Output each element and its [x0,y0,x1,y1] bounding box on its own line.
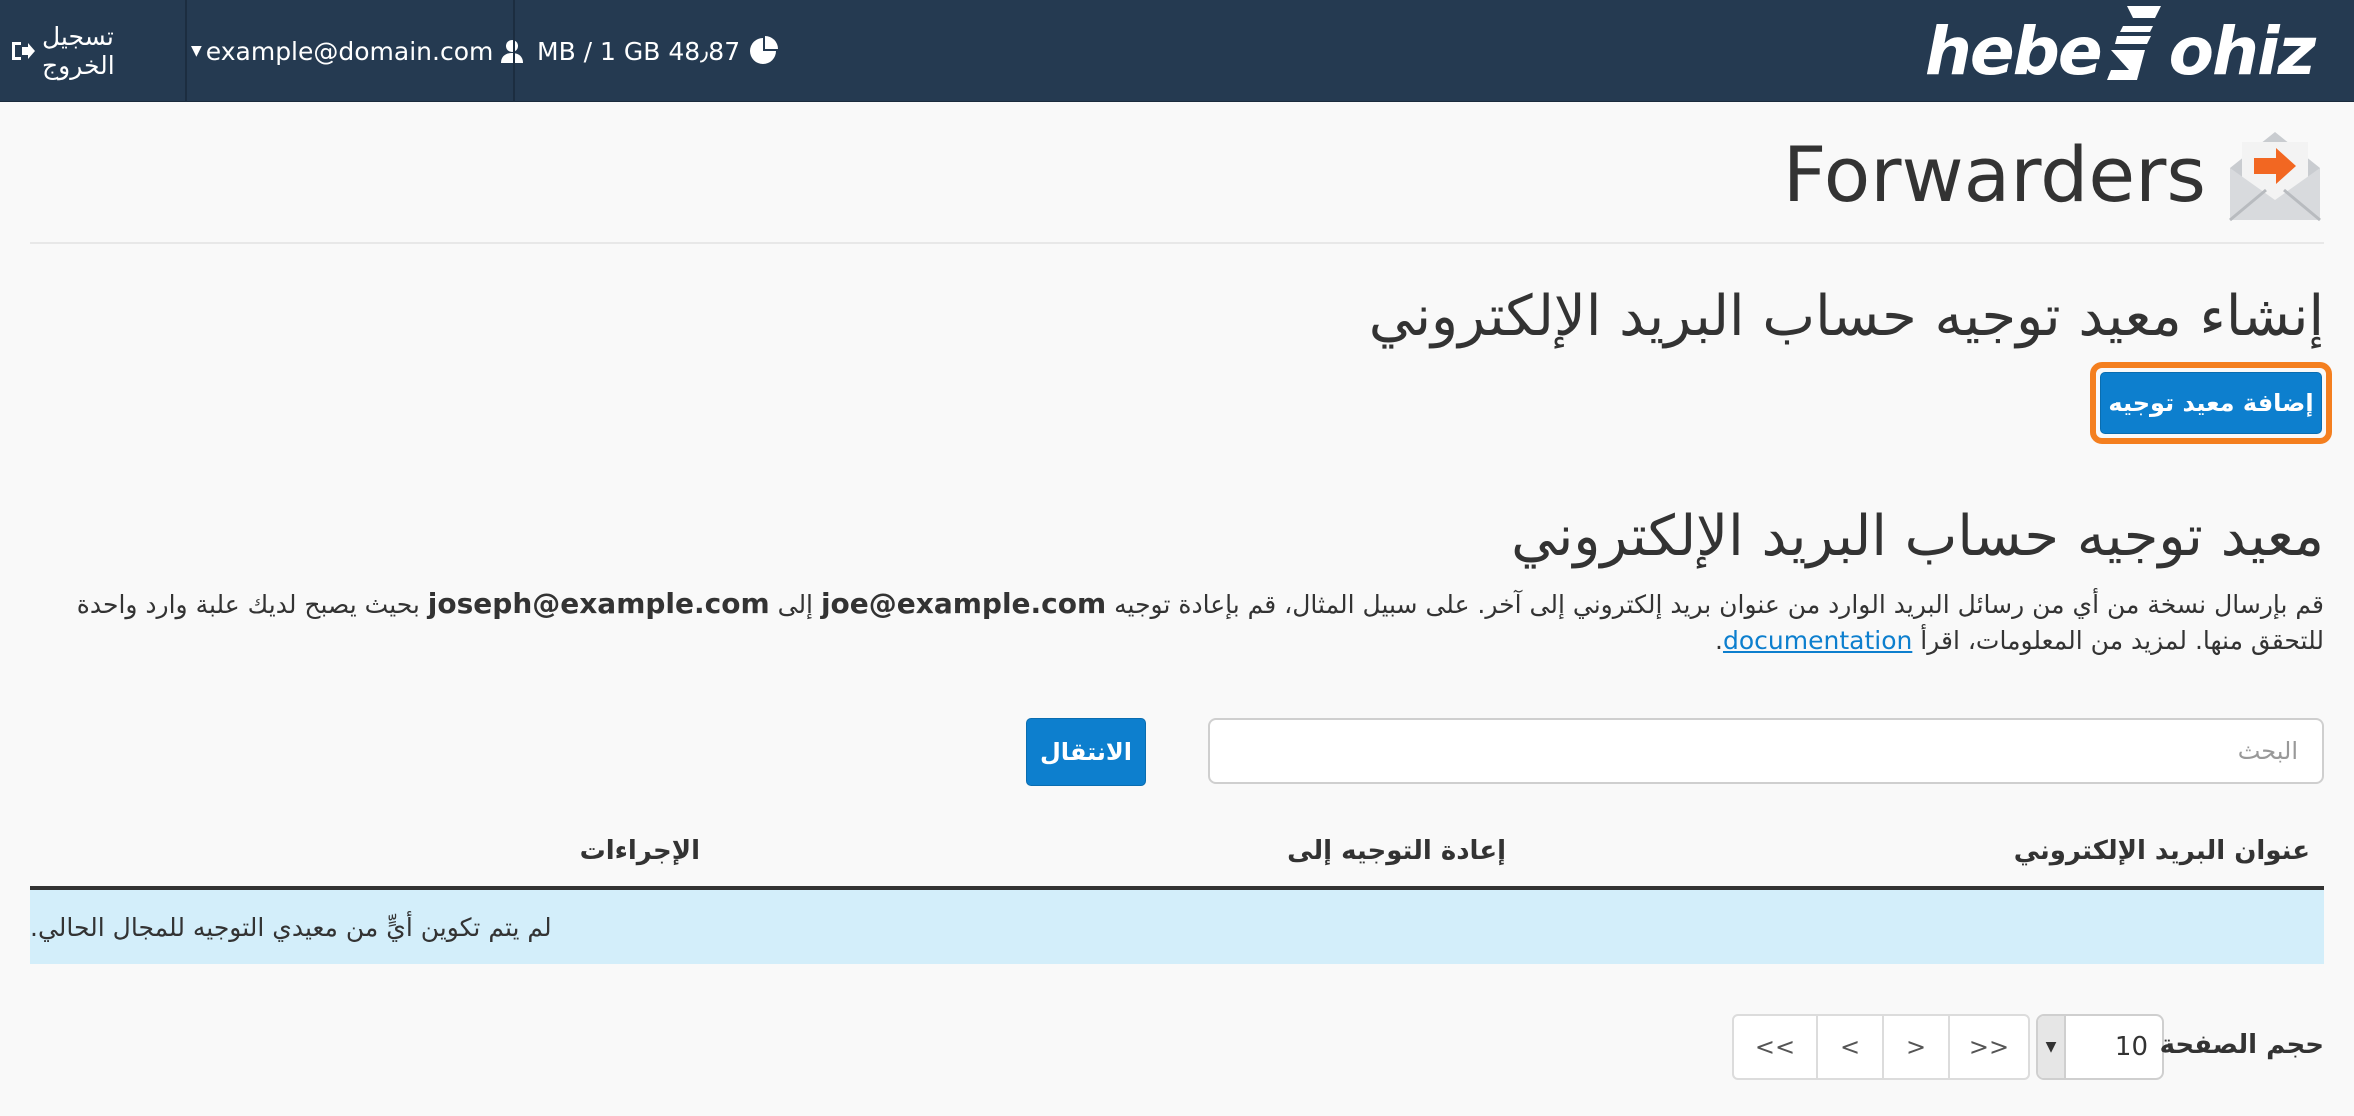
search-input[interactable] [1208,718,2324,784]
page-title: Forwarders [1782,130,2206,219]
user-email: example@domain.com [205,36,494,66]
top-bar: تسجيل الخروج ▼ example@domain.com MB / 1… [0,0,2354,102]
disk-usage: MB / 1 GB 48٫87 [515,0,785,102]
page-header: Forwarders [30,102,2324,244]
empty-table-row: لم يتم تكوين أيٍّ من معيدي التوجيه للمجا… [30,890,2324,964]
desc-text: . [1715,626,1723,655]
brand-logo: hebe ohiz [1924,6,2316,94]
documentation-link[interactable]: documentation [1723,626,1912,655]
table-header: عنوان البريد الإلكتروني إعادة التوجيه إل… [30,822,2324,890]
last-page-button[interactable]: >> [1948,1016,2028,1078]
logo-mark [2103,0,2167,102]
first-page-button[interactable]: << [1734,1016,1816,1078]
user-menu[interactable]: ▼ example@domain.com [185,0,524,102]
description: قم بإرسال نسخة من أي من رسائل البريد الو… [24,586,2324,659]
desc-text: إلى [769,590,821,619]
create-heading: إنشاء معيد توجيه حساب البريد الإلكتروني [1368,284,2324,349]
column-header-forward-to[interactable]: إعادة التوجيه إلى [1287,836,1506,866]
logo-text-right: ohiz [2168,12,2316,90]
logout-icon [10,40,36,62]
list-heading: معيد توجيه حساب البريد الإلكتروني [1511,504,2324,569]
prev-page-button[interactable]: < [1816,1016,1882,1078]
email-forward-icon [2226,128,2324,224]
desc-example-email: joseph@example.com [427,587,770,620]
desc-text: قم بإرسال نسخة من أي من رسائل البريد الو… [1106,590,2324,619]
add-button-highlight: إضافة معيد توجيه [2090,362,2332,444]
next-page-button[interactable]: > [1882,1016,1948,1078]
disk-usage-text: MB / 1 GB 48٫87 [537,36,741,66]
pie-chart-icon [748,36,779,66]
logout-link[interactable]: تسجيل الخروج [10,0,182,102]
go-button[interactable]: الانتقال [1026,718,1146,786]
page-size-label: حجم الصفحة [2159,1030,2324,1060]
logo-text-left: hebe [1924,12,2103,90]
chevron-down-icon[interactable]: ▼ [2038,1016,2066,1078]
column-header-actions: الإجراءات [579,836,700,866]
pagination: << < > >> [1732,1014,2030,1080]
column-header-email[interactable]: عنوان البريد الإلكتروني [2014,836,2310,866]
desc-example-email: joe@example.com [820,587,1107,620]
logout-label: تسجيل الخروج [42,22,115,80]
page-size-value: 10 [2114,1032,2148,1062]
empty-message: لم يتم تكوين أيٍّ من معيدي التوجيه للمجا… [30,912,552,942]
add-forwarder-button[interactable]: إضافة معيد توجيه [2100,372,2322,434]
chevron-down-icon: ▼ [191,43,202,59]
page-size-select[interactable]: ▼ 10 [2036,1014,2164,1080]
